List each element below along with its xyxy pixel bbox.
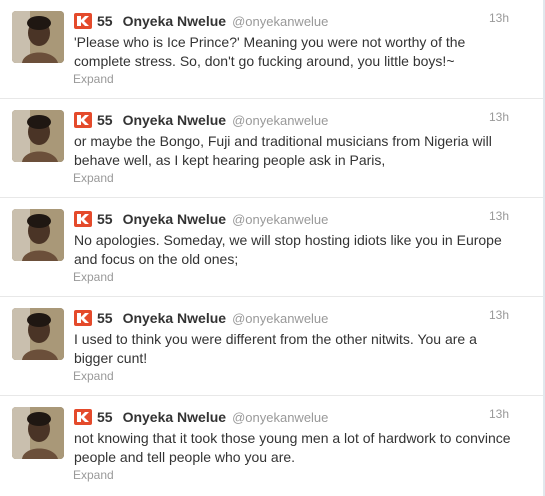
klout-icon	[74, 13, 92, 29]
tweet-text: 'Please who is Ice Prince?' Meaning you …	[74, 34, 466, 69]
tweet-item[interactable]: 55 Onyeka Nwelue @onyekanwelue 13h or ma…	[0, 99, 544, 198]
avatar[interactable]	[12, 209, 64, 261]
avatar[interactable]	[12, 11, 64, 63]
tweet-timestamp[interactable]: 13h	[489, 308, 509, 322]
klout-score: 55	[97, 13, 113, 29]
author-username[interactable]: @onyekanwelue	[232, 212, 328, 227]
tweet-text: No apologies. Someday, we will stop host…	[74, 232, 502, 267]
tweet-header: 55 Onyeka Nwelue @onyekanwelue	[74, 110, 328, 130]
klout-icon	[74, 409, 92, 425]
klout-score: 55	[97, 310, 113, 326]
author-name[interactable]: Onyeka Nwelue	[123, 409, 227, 425]
author-username[interactable]: @onyekanwelue	[232, 410, 328, 425]
klout-score: 55	[97, 112, 113, 128]
avatar[interactable]	[12, 407, 64, 459]
tweet-header: 55 Onyeka Nwelue @onyekanwelue	[74, 308, 328, 328]
tweet-header: 55 Onyeka Nwelue @onyekanwelue	[74, 209, 328, 229]
tweet-item[interactable]: 55 Onyeka Nwelue @onyekanwelue 13h No ap…	[0, 198, 544, 297]
klout-icon	[74, 310, 92, 326]
author-name[interactable]: Onyeka Nwelue	[123, 310, 227, 326]
klout-icon	[74, 211, 92, 227]
author-username[interactable]: @onyekanwelue	[232, 311, 328, 326]
expand-link[interactable]: Expand	[73, 171, 114, 185]
author-username[interactable]: @onyekanwelue	[232, 113, 328, 128]
klout-score: 55	[97, 409, 113, 425]
author-name[interactable]: Onyeka Nwelue	[123, 211, 227, 227]
expand-link[interactable]: Expand	[73, 270, 114, 284]
tweet-text: not knowing that it took those young men…	[74, 430, 511, 465]
tweet-item[interactable]: 55 Onyeka Nwelue @onyekanwelue 13h 'Plea…	[0, 0, 544, 99]
expand-link[interactable]: Expand	[73, 468, 114, 482]
klout-score: 55	[97, 211, 113, 227]
expand-link[interactable]: Expand	[73, 72, 114, 86]
expand-link[interactable]: Expand	[73, 369, 114, 383]
tweet-timestamp[interactable]: 13h	[489, 407, 509, 421]
tweet-item[interactable]: 55 Onyeka Nwelue @onyekanwelue 13h not k…	[0, 396, 544, 496]
tweet-timestamp[interactable]: 13h	[489, 110, 509, 124]
author-username[interactable]: @onyekanwelue	[232, 14, 328, 29]
timeline-border	[543, 0, 544, 496]
tweet-timestamp[interactable]: 13h	[489, 209, 509, 223]
author-name[interactable]: Onyeka Nwelue	[123, 112, 227, 128]
tweet-timeline: 55 Onyeka Nwelue @onyekanwelue 13h 'Plea…	[0, 0, 545, 496]
tweet-text: I used to think you were different from …	[74, 331, 477, 366]
tweet-header: 55 Onyeka Nwelue @onyekanwelue	[74, 11, 328, 31]
tweet-text: or maybe the Bongo, Fuji and traditional…	[74, 133, 492, 168]
avatar[interactable]	[12, 110, 64, 162]
tweet-header: 55 Onyeka Nwelue @onyekanwelue	[74, 407, 328, 427]
avatar[interactable]	[12, 308, 64, 360]
tweet-item[interactable]: 55 Onyeka Nwelue @onyekanwelue 13h I use…	[0, 297, 544, 396]
klout-icon	[74, 112, 92, 128]
tweet-timestamp[interactable]: 13h	[489, 11, 509, 25]
author-name[interactable]: Onyeka Nwelue	[123, 13, 227, 29]
